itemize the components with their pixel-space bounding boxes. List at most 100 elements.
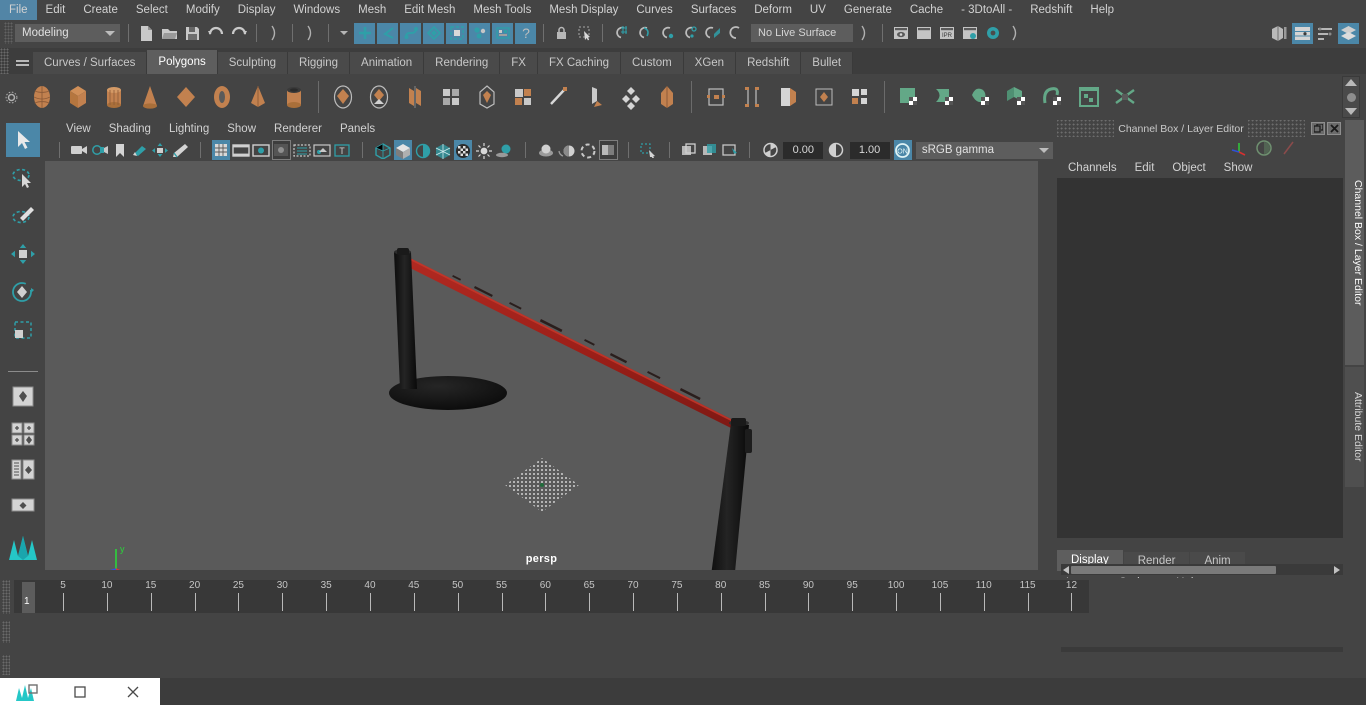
open-scene-icon[interactable] [159, 23, 180, 44]
time-slider-track[interactable]: 1 5 10 15 20 25 30 35 40 45 50 55 60 65 70 75 80 85 90 95 1… [14, 580, 1089, 613]
viewport-menu-show[interactable]: Show [218, 120, 265, 139]
select-by-object-icon[interactable] [300, 23, 321, 44]
poly-duplicate-face-button[interactable] [699, 80, 733, 114]
select-camera-icon[interactable] [70, 140, 88, 160]
persp-outliner-layout-button[interactable] [6, 454, 40, 486]
menu-item-generate[interactable]: Generate [835, 0, 901, 20]
texture-toggle-icon[interactable] [454, 140, 473, 160]
menu-item-deform[interactable]: Deform [745, 0, 801, 20]
channel-box-icon[interactable] [1255, 139, 1273, 157]
menu-item-uv[interactable]: UV [801, 0, 835, 20]
menu-item-help[interactable]: Help [1081, 0, 1123, 20]
exposure-field[interactable]: 0.00 [783, 141, 824, 159]
channel-box-body[interactable] [1057, 178, 1343, 538]
poly-torus-button[interactable] [205, 80, 239, 114]
render-current-frame-icon[interactable] [890, 23, 911, 44]
shelf-tab-bullet[interactable]: Bullet [801, 52, 854, 74]
poly-append-button[interactable] [614, 80, 648, 114]
redo-icon[interactable] [228, 23, 249, 44]
menu-item-redshift[interactable]: Redshift [1021, 0, 1081, 20]
lasso-select-tool-button[interactable] [6, 161, 40, 195]
select-mask-edge-icon[interactable] [377, 22, 398, 44]
scroll-left-icon[interactable] [1063, 565, 1069, 574]
motion-blur-icon[interactable] [557, 140, 577, 160]
viewport-menu-shading[interactable]: Shading [100, 120, 160, 139]
time-slider-grip[interactable] [2, 580, 10, 614]
shelf-tab-custom[interactable]: Custom [621, 52, 684, 74]
shade-selected-icon[interactable] [414, 140, 432, 160]
render-extras-icon[interactable] [1005, 23, 1026, 44]
image-plane-icon[interactable] [131, 140, 149, 160]
shelf-tab-sculpting[interactable]: Sculpting [217, 52, 289, 74]
xray-active-components-icon[interactable] [721, 140, 739, 160]
select-tool-button[interactable] [5, 123, 40, 157]
poly-booleans-button[interactable] [398, 80, 432, 114]
new-scene-icon[interactable] [136, 23, 157, 44]
select-mask-face-icon[interactable] [400, 22, 421, 44]
field-chart-icon[interactable] [293, 140, 311, 160]
grease-pencil-icon[interactable] [171, 140, 189, 160]
chevron-down-icon[interactable] [340, 31, 348, 35]
poly-mirror-button[interactable] [434, 80, 468, 114]
dock-grip-right[interactable] [1247, 120, 1305, 137]
persp-graph-layout-button[interactable] [6, 490, 40, 524]
channel-box-menu-channels[interactable]: Channels [1059, 158, 1126, 178]
range-slider-grip[interactable] [2, 621, 10, 643]
menu-item-mesh[interactable]: Mesh [349, 0, 395, 20]
poly-pyramid-button[interactable] [241, 80, 275, 114]
shelf-tab-xgen[interactable]: XGen [683, 52, 737, 74]
multisample-icon[interactable] [579, 140, 597, 160]
grid-toggle-icon[interactable] [211, 140, 230, 160]
shelf-tab-rigging[interactable]: Rigging [288, 52, 351, 74]
snap-to-point-icon[interactable] [656, 23, 677, 44]
render-settings-icon[interactable] [959, 23, 980, 44]
shelf-tab-fx-caching[interactable]: FX Caching [537, 52, 622, 74]
shelf-grip[interactable] [0, 48, 9, 74]
persp-viewport[interactable]: y x z persp [45, 161, 1038, 570]
menu-item-select[interactable]: Select [127, 0, 177, 20]
channel-box-menu-edit[interactable]: Edit [1126, 158, 1164, 178]
snap-to-projected-center-icon[interactable] [679, 23, 700, 44]
xray-toggle-icon[interactable] [680, 140, 698, 160]
shadows-icon[interactable] [495, 140, 515, 160]
rotate-tool-button[interactable] [6, 275, 40, 309]
current-time-indicator[interactable]: 1 [22, 582, 35, 613]
toggle-tool-settings-icon[interactable] [1315, 23, 1336, 44]
poly-bevel-button[interactable] [542, 80, 576, 114]
toggle-model-panel-icon[interactable] [1269, 23, 1290, 44]
menu-item-modify[interactable]: Modify [177, 0, 229, 20]
safe-action-icon[interactable] [313, 140, 331, 160]
menu-item-edit[interactable]: Edit [37, 0, 75, 20]
sculpt-grab-button[interactable] [1000, 80, 1034, 114]
poly-extrude-button[interactable] [506, 80, 540, 114]
poly-wedge-button[interactable] [650, 80, 684, 114]
bookmark-icon[interactable] [111, 140, 129, 160]
gamma-field[interactable]: 1.00 [849, 141, 890, 159]
attribute-editor-icon[interactable] [1279, 139, 1297, 157]
select-help-icon[interactable]: ? [515, 22, 536, 44]
poly-plane-button[interactable] [169, 80, 203, 114]
toggle-attribute-editor-icon[interactable] [1292, 22, 1313, 44]
move-tool-button[interactable] [6, 237, 40, 271]
poly-combine-button[interactable] [326, 80, 360, 114]
gamma-icon[interactable] [827, 140, 845, 160]
undock-icon[interactable] [1311, 122, 1325, 135]
scroll-thumb[interactable] [1071, 565, 1276, 574]
poly-cone-button[interactable] [133, 80, 167, 114]
menu-item-display[interactable]: Display [229, 0, 285, 20]
shelf-menu-icon[interactable] [11, 48, 33, 74]
exposure-icon[interactable] [761, 140, 779, 160]
viewport-menu-panels[interactable]: Panels [331, 120, 384, 139]
command-line-grip[interactable] [2, 655, 10, 675]
maximize-icon[interactable] [53, 678, 106, 705]
sculpt-smooth-button[interactable] [928, 80, 962, 114]
poly-separate-button[interactable] [362, 80, 396, 114]
menu-item-file[interactable]: File [0, 0, 37, 20]
viewport-menu-view[interactable]: View [57, 120, 100, 139]
lock-selection-icon[interactable] [551, 23, 572, 44]
sculpt-foamy-button[interactable] [1108, 80, 1142, 114]
maya-app-icon[interactable] [0, 678, 53, 705]
shelf-tab-polygons[interactable]: Polygons [147, 50, 218, 74]
toggle-channel-box-icon[interactable] [1338, 22, 1359, 44]
shelf-scroll-control[interactable] [1342, 76, 1360, 118]
